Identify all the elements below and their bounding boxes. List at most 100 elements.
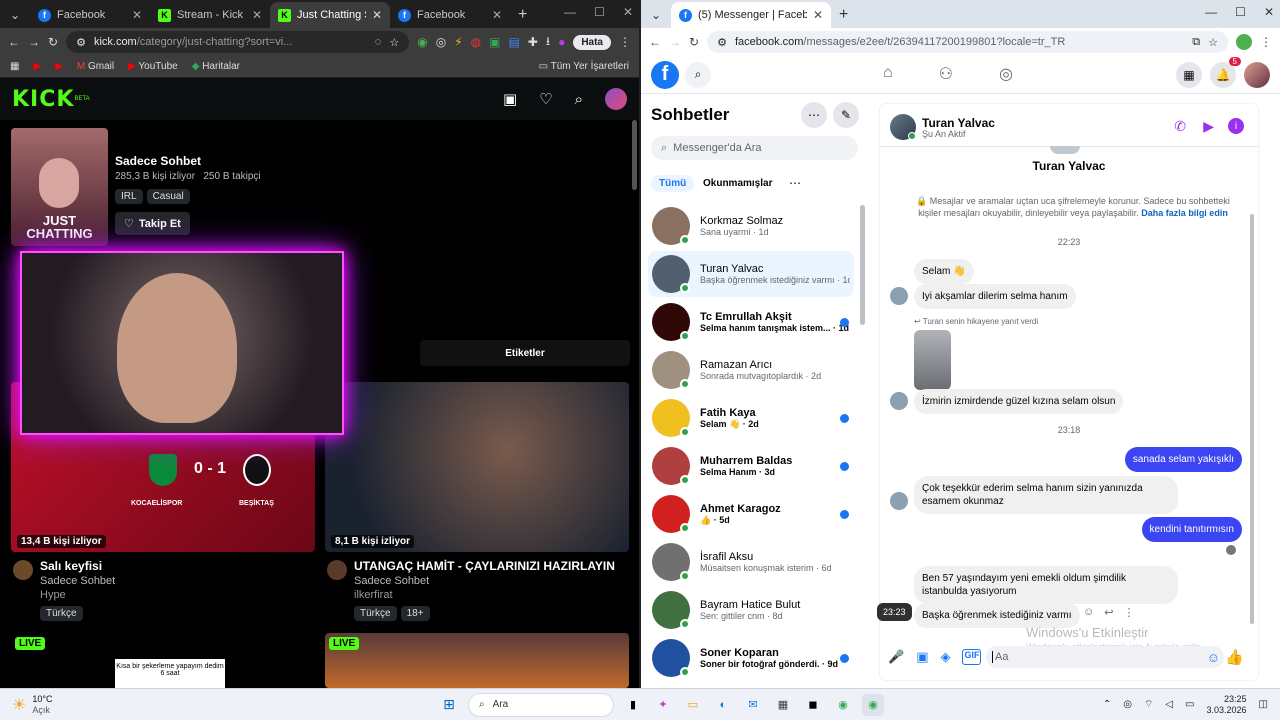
tab-facebook-2[interactable]: f Facebook ✕ <box>390 2 510 28</box>
close-window-icon[interactable]: ✕ <box>623 5 633 19</box>
more-options-icon[interactable]: ⋯ <box>801 102 827 128</box>
conversation-item[interactable]: Turan Yalvac Başka öğrenmek istediğiniz v… <box>648 251 854 297</box>
story-thumbnail[interactable] <box>914 330 951 390</box>
close-icon[interactable]: ✕ <box>252 8 262 22</box>
tab-just-chatting[interactable]: K Just Chatting Stream ✕ <box>270 2 390 28</box>
tray-chevron-icon[interactable]: ⌃ <box>1103 699 1111 710</box>
message-input[interactable]: Aa ☺ <box>986 646 1224 668</box>
bookmark-maps[interactable]: ◆ Haritalar <box>192 61 240 72</box>
tab-messenger[interactable]: f (5) Messenger | Facebook ✕ <box>671 2 831 28</box>
tag-turkish[interactable]: Türkçe <box>40 606 83 621</box>
tab-facebook-1[interactable]: f Facebook ✕ <box>30 2 150 28</box>
edge-icon[interactable]: ◐ <box>712 694 734 716</box>
emoji-icon[interactable]: ☺ <box>1207 650 1220 665</box>
conversation-item[interactable]: Fatih Kaya Selam 👋 · 2d <box>648 395 854 441</box>
reload-icon[interactable]: ↻ <box>689 35 699 49</box>
back-icon[interactable]: ← <box>8 35 20 49</box>
forward-icon[interactable]: → <box>28 35 40 49</box>
reply-icon[interactable]: ↩ <box>1104 606 1113 619</box>
profile-icon[interactable] <box>1236 34 1252 50</box>
menu-icon[interactable]: ⋮ <box>619 35 631 49</box>
star-icon[interactable]: ☆ <box>389 36 399 49</box>
compose-icon[interactable]: ✎ <box>833 102 859 128</box>
extension-icon[interactable]: ◉ <box>417 35 427 49</box>
close-icon[interactable]: ✕ <box>132 8 142 22</box>
minimize-icon[interactable]: — <box>564 5 576 19</box>
tray-app-icon[interactable]: ◎ <box>1123 699 1132 710</box>
windows-start-icon[interactable]: ⊞ <box>438 694 460 716</box>
search-icon[interactable]: ⌕ <box>685 61 711 88</box>
site-info-icon[interactable]: ⚙ <box>717 36 727 49</box>
scrollbar[interactable] <box>1250 214 1254 624</box>
bell-icon[interactable]: 🔔 5 <box>1210 56 1241 88</box>
stream-thumbnail[interactable]: LIVE <box>325 633 629 688</box>
download-icon[interactable]: ⭳ <box>546 32 550 53</box>
new-tab-icon[interactable]: + <box>518 6 527 24</box>
conversation-item[interactable]: Muharrem Baldas Selma Hanım · 3d <box>648 443 854 489</box>
address-bar[interactable]: ⚙ facebook.com/messages/e2ee/t/263941172… <box>707 31 1228 53</box>
all-bookmarks[interactable]: ▭ Tüm Yer İşaretleri <box>539 61 629 72</box>
message-bubble-sent[interactable]: sanada selam yakışıklı <box>1124 447 1242 472</box>
stream-title[interactable]: UTANGAÇ HAMİT - ÇAYLARINIZI HAZIRLAYIN <box>354 559 615 573</box>
eye-off-icon[interactable]: ◌ <box>375 36 382 48</box>
more-icon[interactable]: ⋮ <box>1123 606 1134 619</box>
task-view-icon[interactable]: ▮ <box>622 694 644 716</box>
tag-adult[interactable]: 18+ <box>400 606 430 621</box>
tab-kick-dashboard[interactable]: K Stream - Kick Dashb ✕ <box>150 2 270 28</box>
avatar[interactable] <box>1244 61 1270 88</box>
facebook-logo[interactable]: f <box>651 60 679 89</box>
message-bubble-sent[interactable]: kendini tanıtırmısın <box>1141 517 1242 542</box>
stream-thumbnail[interactable]: LIVE Kısa bir şekerleme yapayım dedim 6 … <box>11 633 315 688</box>
extension-icon[interactable]: ▤ <box>508 35 519 49</box>
message-bubble[interactable]: Iyi akşamlar dilerim selma hanım <box>914 284 1076 309</box>
extension-icon[interactable]: ◎ <box>436 35 446 49</box>
groups-icon[interactable]: ◎ <box>999 64 1013 84</box>
notification-icon[interactable]: ◫ <box>1259 699 1268 710</box>
reload-icon[interactable]: ↻ <box>48 35 58 49</box>
minimize-icon[interactable]: — <box>1205 5 1217 19</box>
youtube-icon[interactable]: ▶ <box>55 61 63 72</box>
apps-icon[interactable]: ▦ <box>10 61 19 72</box>
profile-icon[interactable]: ● <box>558 35 565 49</box>
close-icon[interactable]: ✕ <box>492 8 502 22</box>
like-icon[interactable]: 👍 <box>1225 648 1244 666</box>
scrollbar[interactable] <box>860 205 865 325</box>
webcam-overlay[interactable] <box>20 251 344 435</box>
youtube-icon[interactable]: ▶ <box>33 61 41 72</box>
bookmark-gmail[interactable]: M Gmail <box>77 61 114 72</box>
conversation-item[interactable]: Bayram Hatice Bulut Sen: gittiler cnm · 8… <box>648 587 854 633</box>
battery-icon[interactable]: ▭ <box>1185 699 1194 710</box>
profile-error-button[interactable]: Hata <box>573 34 611 50</box>
taskbar-search[interactable]: ⌕ Ara <box>468 692 614 717</box>
filter-all[interactable]: Tümü <box>651 175 695 192</box>
maximize-icon[interactable]: ☐ <box>594 5 605 19</box>
puzzle-icon[interactable]: ✚ <box>528 35 538 49</box>
menu-icon[interactable]: ⋮ <box>1260 35 1272 49</box>
close-icon[interactable]: ✕ <box>813 8 823 22</box>
microphone-icon[interactable]: 🎤 <box>888 649 904 665</box>
message-bubble[interactable]: Çok teşekkür ederim selma hanım sizin ya… <box>914 476 1178 514</box>
copilot-icon[interactable]: ✦ <box>652 694 674 716</box>
bookmark-youtube[interactable]: ▶ YouTube <box>128 61 178 72</box>
gif-icon[interactable]: GIF <box>962 649 982 665</box>
stream-category[interactable]: Sadece Sohbet <box>40 575 115 587</box>
conversation-item[interactable]: Ahmet Karagoz 👍 · 5d <box>648 491 854 537</box>
install-icon[interactable]: ⧉ <box>1192 36 1200 49</box>
tag-casual[interactable]: Casual <box>146 189 190 204</box>
stream-title[interactable]: Salı keyfisi <box>40 559 102 573</box>
image-icon[interactable]: ▣ <box>916 649 928 665</box>
forward-icon[interactable]: → <box>669 35 681 49</box>
conversation-item[interactable]: Tc Emrullah Akşit Selma hanım tanışmak is… <box>648 299 854 345</box>
conversation-item[interactable]: Korkmaz Solmaz Sana uyarmi · 1d <box>648 203 854 249</box>
conversation-item[interactable]: Ramazan Arıcı Sonrada mutvagıtoplardık · … <box>648 347 854 393</box>
tab-search-icon[interactable]: ⌄ <box>645 4 667 26</box>
site-info-icon[interactable]: ⚙ <box>76 36 86 49</box>
tags-filter[interactable]: Etiketler <box>420 340 630 366</box>
weather-widget[interactable]: ☀ 10°C Açık <box>12 694 52 716</box>
video-icon[interactable]: ▶ <box>1203 118 1214 135</box>
network-icon[interactable]: ⌔ <box>1144 698 1153 711</box>
new-tab-icon[interactable]: + <box>839 6 848 24</box>
store-icon[interactable]: ▦ <box>772 694 794 716</box>
search-input[interactable]: ⌕ Messenger'da Ara <box>651 136 858 160</box>
browse-icon[interactable]: ▣ <box>503 90 517 108</box>
